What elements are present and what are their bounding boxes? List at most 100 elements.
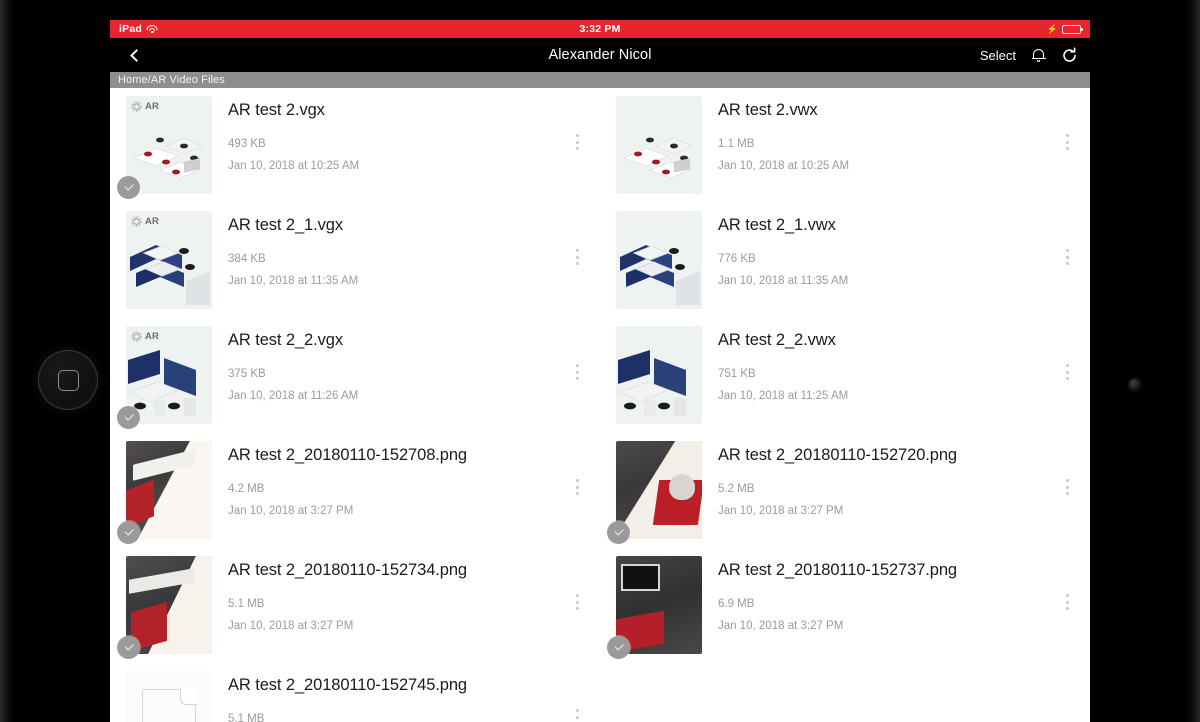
- file-meta: AR test 2_2.vwx 751 KB Jan 10, 2018 at 1…: [702, 326, 1080, 402]
- kebab-menu-icon[interactable]: [1058, 592, 1076, 612]
- battery-icon: [1062, 24, 1083, 34]
- refresh-icon[interactable]: [1061, 47, 1078, 64]
- status-bar: iPad 3:32 PM ⚡: [110, 20, 1090, 38]
- file-list-item[interactable]: AR test 2_1.vwx 776 KB Jan 10, 2018 at 1…: [600, 203, 1090, 318]
- file-thumbnail-wrap: [616, 211, 702, 309]
- file-thumbnail[interactable]: [616, 211, 702, 309]
- kebab-menu-icon[interactable]: [568, 247, 586, 267]
- file-meta: AR test 2_20180110-152745.png 5.1 MB: [212, 671, 590, 722]
- home-button-glyph: [57, 369, 79, 391]
- file-meta: AR test 2_20180110-152708.png 4.2 MB Jan…: [212, 441, 590, 517]
- navigation-bar-actions: Select: [980, 47, 1078, 64]
- kebab-menu-icon[interactable]: [568, 362, 586, 382]
- file-list-item[interactable]: AR AR test 2_1.vgx 384 KB Jan 10, 2018 a…: [110, 203, 600, 318]
- file-list-item[interactable]: AR test 2_20180110-152737.png 6.9 MB Jan…: [600, 548, 1090, 663]
- file-thumbnail-wrap: [117, 441, 212, 544]
- file-date: Jan 10, 2018 at 11:25 AM: [718, 389, 849, 402]
- file-size: 5.1 MB: [228, 712, 265, 722]
- file-size: 5.1 MB: [228, 597, 265, 610]
- file-thumbnail[interactable]: [126, 556, 212, 654]
- navigation-bar: Alexander Nicol Select: [110, 38, 1090, 72]
- file-meta: AR test 2_20180110-152734.png 5.1 MB Jan…: [212, 556, 590, 632]
- kebab-menu-icon[interactable]: [568, 132, 586, 152]
- file-list-item[interactable]: AR test 2.vwx 1.1 MB Jan 10, 2018 at 10:…: [600, 88, 1090, 203]
- kebab-menu-icon[interactable]: [568, 592, 586, 612]
- selected-checkmark-icon[interactable]: [117, 521, 140, 544]
- file-meta: AR test 2.vwx 1.1 MB Jan 10, 2018 at 10:…: [702, 96, 1080, 172]
- file-name: AR test 2_2.vwx: [718, 331, 836, 349]
- file-date: Jan 10, 2018 at 10:25 AM: [718, 159, 850, 172]
- file-date: Jan 10, 2018 at 11:35 AM: [718, 274, 849, 287]
- file-name: AR test 2_1.vgx: [228, 216, 343, 234]
- file-thumbnail[interactable]: [126, 671, 212, 722]
- file-list-item[interactable]: AR test 2_20180110-152720.png 5.2 MB Jan…: [600, 433, 1090, 548]
- file-thumbnail-wrap: AR: [126, 211, 212, 309]
- page-title: Alexander Nicol: [548, 47, 652, 63]
- file-name: AR test 2_20180110-152737.png: [718, 561, 957, 579]
- file-list-item[interactable]: AR test 2_2.vwx 751 KB Jan 10, 2018 at 1…: [600, 318, 1090, 433]
- file-date: Jan 10, 2018 at 3:27 PM: [718, 619, 844, 632]
- file-size: 375 KB: [228, 367, 266, 380]
- back-button[interactable]: [122, 42, 148, 68]
- file-thumbnail-wrap: [607, 441, 702, 544]
- file-meta: AR test 2_20180110-152737.png 6.9 MB Jan…: [702, 556, 1080, 632]
- status-bar-time: 3:32 PM: [579, 23, 621, 35]
- file-thumbnail[interactable]: [616, 441, 702, 539]
- file-list-item[interactable]: AR AR test 2.vgx 493 KB Jan 10, 2018 at …: [110, 88, 600, 203]
- file-name: AR test 2_20180110-152734.png: [228, 561, 467, 579]
- select-button[interactable]: Select: [980, 48, 1016, 63]
- file-thumbnail[interactable]: [616, 326, 702, 424]
- file-date: Jan 10, 2018 at 10:25 AM: [228, 159, 360, 172]
- file-row: AR AR test 2_2.vgx 375 KB Jan 10, 2018 a…: [110, 318, 1090, 433]
- file-name: AR test 2_1.vwx: [718, 216, 836, 234]
- file-row: AR AR test 2_1.vgx 384 KB Jan 10, 2018 a…: [110, 203, 1090, 318]
- selected-checkmark-icon[interactable]: [117, 636, 140, 659]
- file-size: 493 KB: [228, 137, 266, 150]
- ar-cube-icon: [131, 331, 142, 342]
- selected-checkmark-icon[interactable]: [117, 176, 140, 199]
- file-list[interactable]: AR AR test 2.vgx 493 KB Jan 10, 2018 at …: [110, 88, 1090, 722]
- file-thumbnail-wrap: [607, 556, 702, 659]
- file-thumbnail-wrap: [117, 556, 212, 659]
- kebab-menu-icon[interactable]: [568, 707, 586, 722]
- ar-badge: AR: [131, 331, 159, 342]
- ar-badge: AR: [131, 101, 159, 112]
- kebab-menu-icon[interactable]: [1058, 247, 1076, 267]
- file-thumbnail[interactable]: [616, 556, 702, 654]
- file-thumbnail[interactable]: [126, 441, 212, 539]
- breadcrumb-path: Home/AR Video Files: [118, 74, 225, 86]
- file-date: Jan 10, 2018 at 3:27 PM: [718, 504, 844, 517]
- file-thumbnail-wrap: AR: [117, 326, 212, 429]
- file-meta: AR test 2.vgx 493 KB Jan 10, 2018 at 10:…: [212, 96, 590, 172]
- file-list-item[interactable]: AR test 2_20180110-152708.png 4.2 MB Jan…: [110, 433, 600, 548]
- file-list-item[interactable]: AR test 2_20180110-152745.png 5.1 MB: [110, 663, 600, 722]
- file-size: 4.2 MB: [228, 482, 265, 495]
- file-thumbnail[interactable]: AR: [126, 96, 212, 194]
- kebab-menu-icon[interactable]: [1058, 132, 1076, 152]
- file-meta: AR test 2_1.vgx 384 KB Jan 10, 2018 at 1…: [212, 211, 590, 287]
- kebab-menu-icon[interactable]: [568, 477, 586, 497]
- file-meta: AR test 2_20180110-152720.png 5.2 MB Jan…: [702, 441, 1080, 517]
- file-thumbnail[interactable]: AR: [126, 211, 212, 309]
- file-list-item[interactable]: AR AR test 2_2.vgx 375 KB Jan 10, 2018 a…: [110, 318, 600, 433]
- kebab-menu-icon[interactable]: [1058, 362, 1076, 382]
- file-name: AR test 2.vwx: [718, 101, 818, 119]
- file-date: Jan 10, 2018 at 11:26 AM: [228, 389, 359, 402]
- file-list-item[interactable]: AR test 2_20180110-152734.png 5.1 MB Jan…: [110, 548, 600, 663]
- bell-icon[interactable]: [1031, 47, 1046, 63]
- file-size: 6.9 MB: [718, 597, 755, 610]
- file-thumbnail-wrap: AR: [117, 96, 212, 199]
- file-thumbnail[interactable]: AR: [126, 326, 212, 424]
- file-thumbnail[interactable]: [616, 96, 702, 194]
- ipad-device: iPad 3:32 PM ⚡ Alexander Nicol Select Ho…: [0, 0, 1200, 722]
- file-row: AR test 2_20180110-152734.png 5.1 MB Jan…: [110, 548, 1090, 663]
- selected-checkmark-icon[interactable]: [607, 636, 630, 659]
- kebab-menu-icon[interactable]: [1058, 477, 1076, 497]
- selected-checkmark-icon[interactable]: [607, 521, 630, 544]
- file-size: 751 KB: [718, 367, 756, 380]
- breadcrumb[interactable]: Home/AR Video Files: [110, 72, 1090, 88]
- file-thumbnail-wrap: [616, 326, 702, 424]
- home-button[interactable]: [38, 350, 98, 410]
- ar-badge-label: AR: [145, 331, 160, 342]
- selected-checkmark-icon[interactable]: [117, 406, 140, 429]
